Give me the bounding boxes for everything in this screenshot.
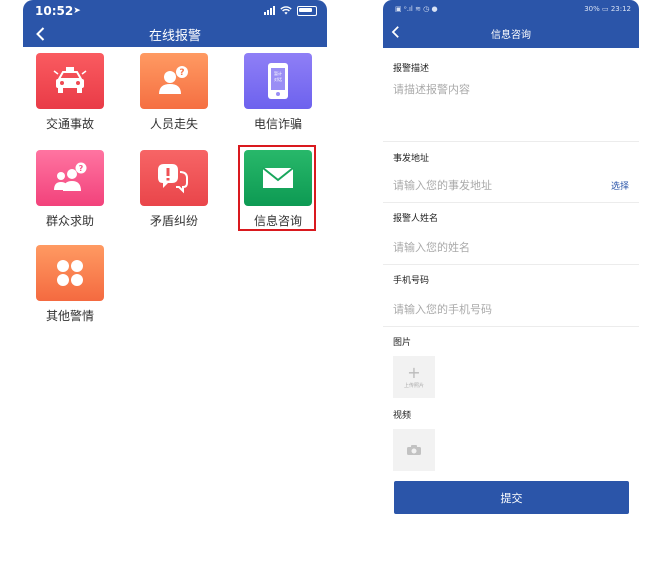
status-left-icons: ▣ ᵒ.ıl ≋ ◷ ●	[395, 5, 438, 13]
wifi-icon	[280, 6, 292, 15]
location-arrow-icon: ➤	[73, 5, 81, 16]
dispute-icon	[158, 164, 188, 194]
left-phone-screen: 10:52 ➤ 在线报警 交通事故 ? 人员走失 暂计 对话 电信诈骗 ? 群众…	[23, 0, 327, 564]
phone-input[interactable]: 请输入您的手机号码	[393, 301, 629, 317]
page-title: 信息咨询	[491, 29, 531, 41]
svg-text:?: ?	[179, 68, 184, 78]
missing-person-icon: ?	[159, 66, 188, 94]
tile-traffic-accident[interactable]: 交通事故	[22, 53, 118, 132]
category-grid: 交通事故 ? 人员走失 暂计 对话 电信诈骗 ? 群众求助 矛盾纠纷 信息咨询 …	[23, 47, 327, 527]
photo-label: 图片	[393, 338, 412, 348]
tile-label: 交通事故	[45, 117, 94, 131]
desc-label: 报警描述	[393, 64, 430, 74]
tile-missing-person[interactable]: ? 人员走失	[126, 53, 222, 132]
status-right-info: 30% ▭ 23:12	[584, 5, 631, 13]
photo-upload-button[interactable]: + 上传照片	[393, 356, 435, 398]
clover-icon	[57, 260, 83, 286]
status-bar: ▣ ᵒ.ıl ≋ ◷ ● 30% ▭ 23:12	[383, 0, 639, 18]
tile-other[interactable]: 其他警情	[22, 245, 118, 324]
svg-text:?: ?	[79, 164, 84, 173]
police-car-icon	[53, 67, 87, 93]
battery-icon	[297, 5, 317, 16]
tile-label: 电信诈骗	[253, 117, 302, 131]
tile-label: 人员走失	[149, 117, 198, 131]
camera-icon	[407, 445, 421, 455]
back-arrow-icon[interactable]	[33, 26, 49, 42]
back-arrow-icon[interactable]	[389, 25, 403, 39]
status-time: 10:52	[35, 3, 74, 18]
desc-textarea[interactable]: 请描述报警内容	[393, 81, 629, 141]
signal-icon	[264, 6, 275, 15]
video-label: 视频	[393, 411, 412, 421]
help-people-icon: ?	[54, 162, 87, 191]
tile-label: 其他警情	[45, 309, 94, 323]
plus-icon: +	[407, 362, 421, 382]
right-phone-screen: ▣ ᵒ.ıl ≋ ◷ ● 30% ▭ 23:12 信息咨询 报警描述 请描述报警…	[383, 0, 639, 564]
address-label: 事发地址	[393, 154, 430, 164]
nav-bar: 在线报警	[23, 21, 327, 47]
name-input[interactable]: 请输入您的姓名	[393, 239, 629, 255]
phone-label: 手机号码	[393, 276, 430, 286]
report-form: 报警描述 请描述报警内容 事发地址 请输入您的事发地址 选择 报警人姓名 请输入…	[383, 48, 639, 514]
tile-dispute[interactable]: 矛盾纠纷	[126, 150, 222, 229]
photo-upload-label: 上传照片	[403, 382, 424, 389]
tile-telecom-fraud[interactable]: 暂计 对话 电信诈骗	[230, 53, 326, 132]
name-label: 报警人姓名	[393, 214, 439, 224]
tile-public-help[interactable]: ? 群众求助	[22, 150, 118, 229]
address-input[interactable]: 请输入您的事发地址	[393, 177, 492, 193]
phone-scam-text-2: 对话	[274, 77, 282, 82]
page-title: 在线报警	[148, 28, 201, 44]
selected-highlight-box	[238, 145, 316, 231]
submit-button[interactable]: 提交	[394, 481, 629, 514]
nav-bar: 信息咨询	[383, 18, 639, 48]
tile-label: 矛盾纠纷	[149, 214, 198, 228]
address-select-button[interactable]: 选择	[611, 179, 629, 192]
tile-label: 群众求助	[45, 214, 94, 228]
video-upload-button[interactable]	[393, 429, 435, 471]
status-bar: 10:52 ➤	[23, 0, 327, 21]
